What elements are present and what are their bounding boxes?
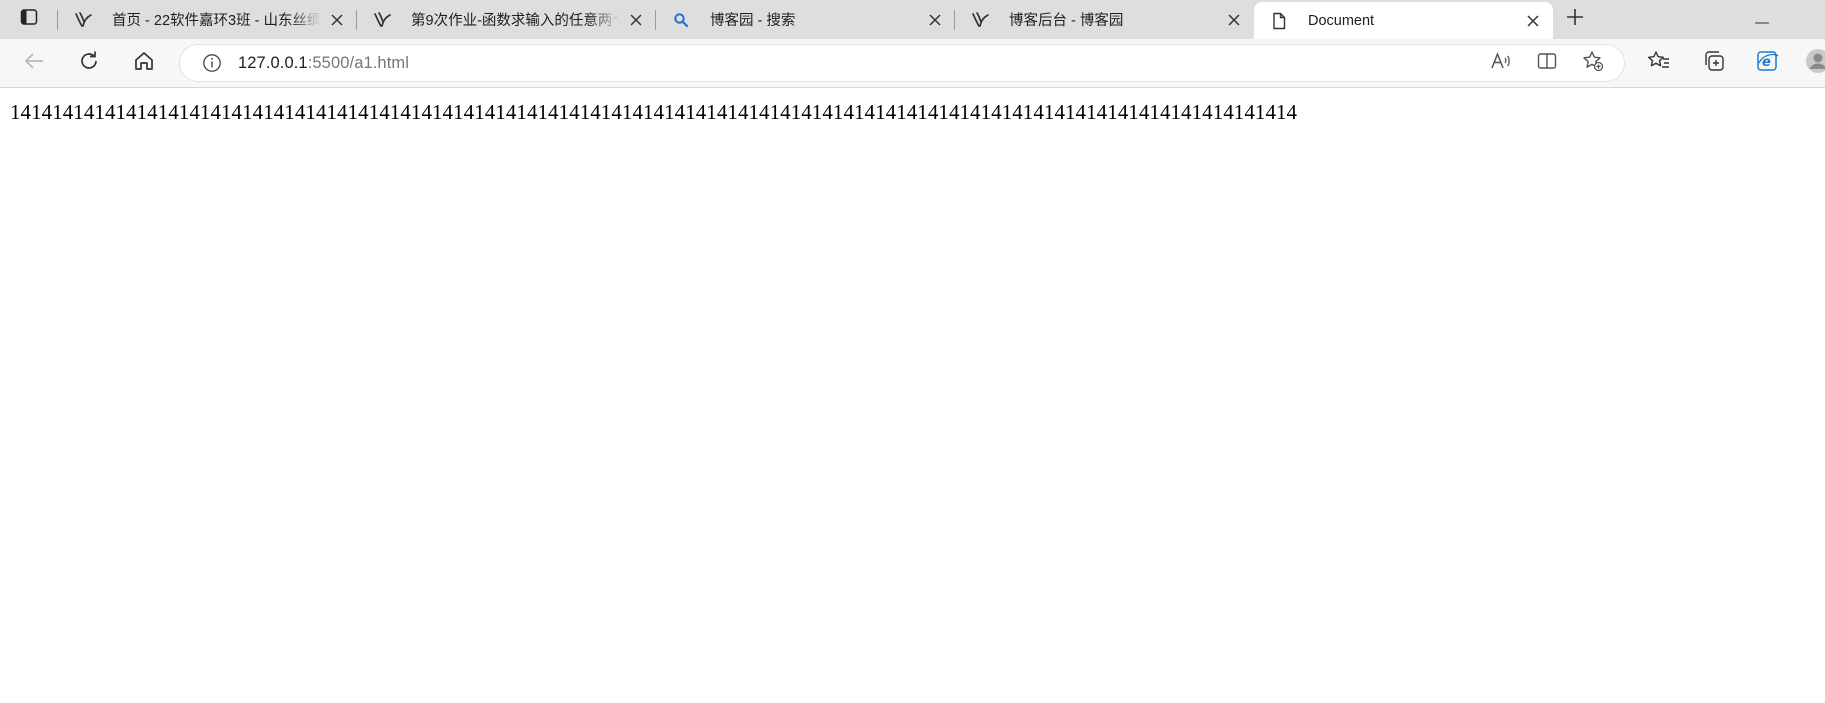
refresh-button[interactable] (71, 46, 107, 80)
minimize-icon (1755, 11, 1769, 29)
minimize-window-button[interactable] (1739, 0, 1785, 39)
search-icon (670, 9, 692, 31)
star-add-icon (1582, 50, 1604, 77)
favorites-icon (1647, 50, 1671, 77)
page-content: 1414141414141414141414141414141414141414… (0, 88, 1825, 703)
back-arrow-icon (24, 52, 44, 75)
page-text: 1414141414141414141414141414141414141414… (10, 100, 1298, 124)
cnblogs-icon (72, 9, 94, 31)
read-aloud-icon (1490, 51, 1512, 76)
site-info-icon[interactable] (200, 51, 224, 75)
tab-strip: 首页 - 22软件嘉环3班 - 山东丝绸 第9次作业-函数求输入的任意两个 博客… (0, 0, 1825, 39)
document-icon (1268, 10, 1290, 32)
favorites-button[interactable] (1641, 46, 1677, 80)
url-text[interactable]: 127.0.0.1:5500/a1.html (238, 54, 409, 73)
add-favorite-button[interactable] (1570, 45, 1616, 81)
read-aloud-button[interactable] (1478, 45, 1524, 81)
profile-button[interactable] (1805, 46, 1825, 80)
tab-title: 博客园 - 搜索 (710, 13, 796, 29)
close-tab-icon[interactable] (327, 10, 347, 30)
url-path: :5500/a1.html (307, 53, 410, 72)
refresh-icon (78, 50, 100, 77)
tab-actions-button[interactable] (0, 0, 58, 39)
plus-icon (1566, 8, 1584, 31)
avatar (1805, 48, 1825, 79)
split-screen-icon (1537, 52, 1557, 75)
tab-blog-admin[interactable]: 博客后台 - 博客园 (955, 0, 1254, 39)
home-icon (133, 50, 155, 77)
close-tab-icon[interactable] (925, 10, 945, 30)
tab-title: Document (1308, 12, 1375, 29)
tab-actions-icon (20, 8, 38, 31)
collections-button[interactable] (1696, 46, 1732, 80)
home-button[interactable] (126, 46, 162, 80)
ie-mode-icon: e (1756, 50, 1780, 77)
ie-mode-button[interactable]: e (1750, 46, 1786, 80)
close-tab-icon[interactable] (626, 10, 646, 30)
url-host: 127.0.0.1 (238, 53, 308, 72)
close-tab-icon[interactable] (1224, 10, 1244, 30)
navigation-toolbar: 127.0.0.1:5500/a1.html e (0, 39, 1825, 88)
back-button[interactable] (16, 46, 52, 80)
split-screen-button[interactable] (1524, 45, 1570, 81)
tab-title: 第9次作业-函数求输入的任意两个 (411, 13, 620, 29)
cnblogs-icon (371, 9, 393, 31)
close-tab-icon[interactable] (1523, 11, 1543, 31)
cnblogs-icon (969, 9, 991, 31)
tab-cnblogs-search[interactable]: 博客园 - 搜索 (656, 0, 955, 39)
address-bar[interactable]: 127.0.0.1:5500/a1.html (180, 45, 1624, 81)
collections-icon (1703, 50, 1725, 77)
new-tab-button[interactable] (1553, 0, 1597, 39)
tab-document[interactable]: Document (1254, 2, 1553, 39)
tab-title: 首页 - 22软件嘉环3班 - 山东丝绸 (112, 13, 321, 29)
tab-title: 博客后台 - 博客园 (1009, 13, 1124, 29)
tab-cnblogs-home[interactable]: 首页 - 22软件嘉环3班 - 山东丝绸 (58, 0, 357, 39)
tab-homework-9[interactable]: 第9次作业-函数求输入的任意两个 (357, 0, 656, 39)
